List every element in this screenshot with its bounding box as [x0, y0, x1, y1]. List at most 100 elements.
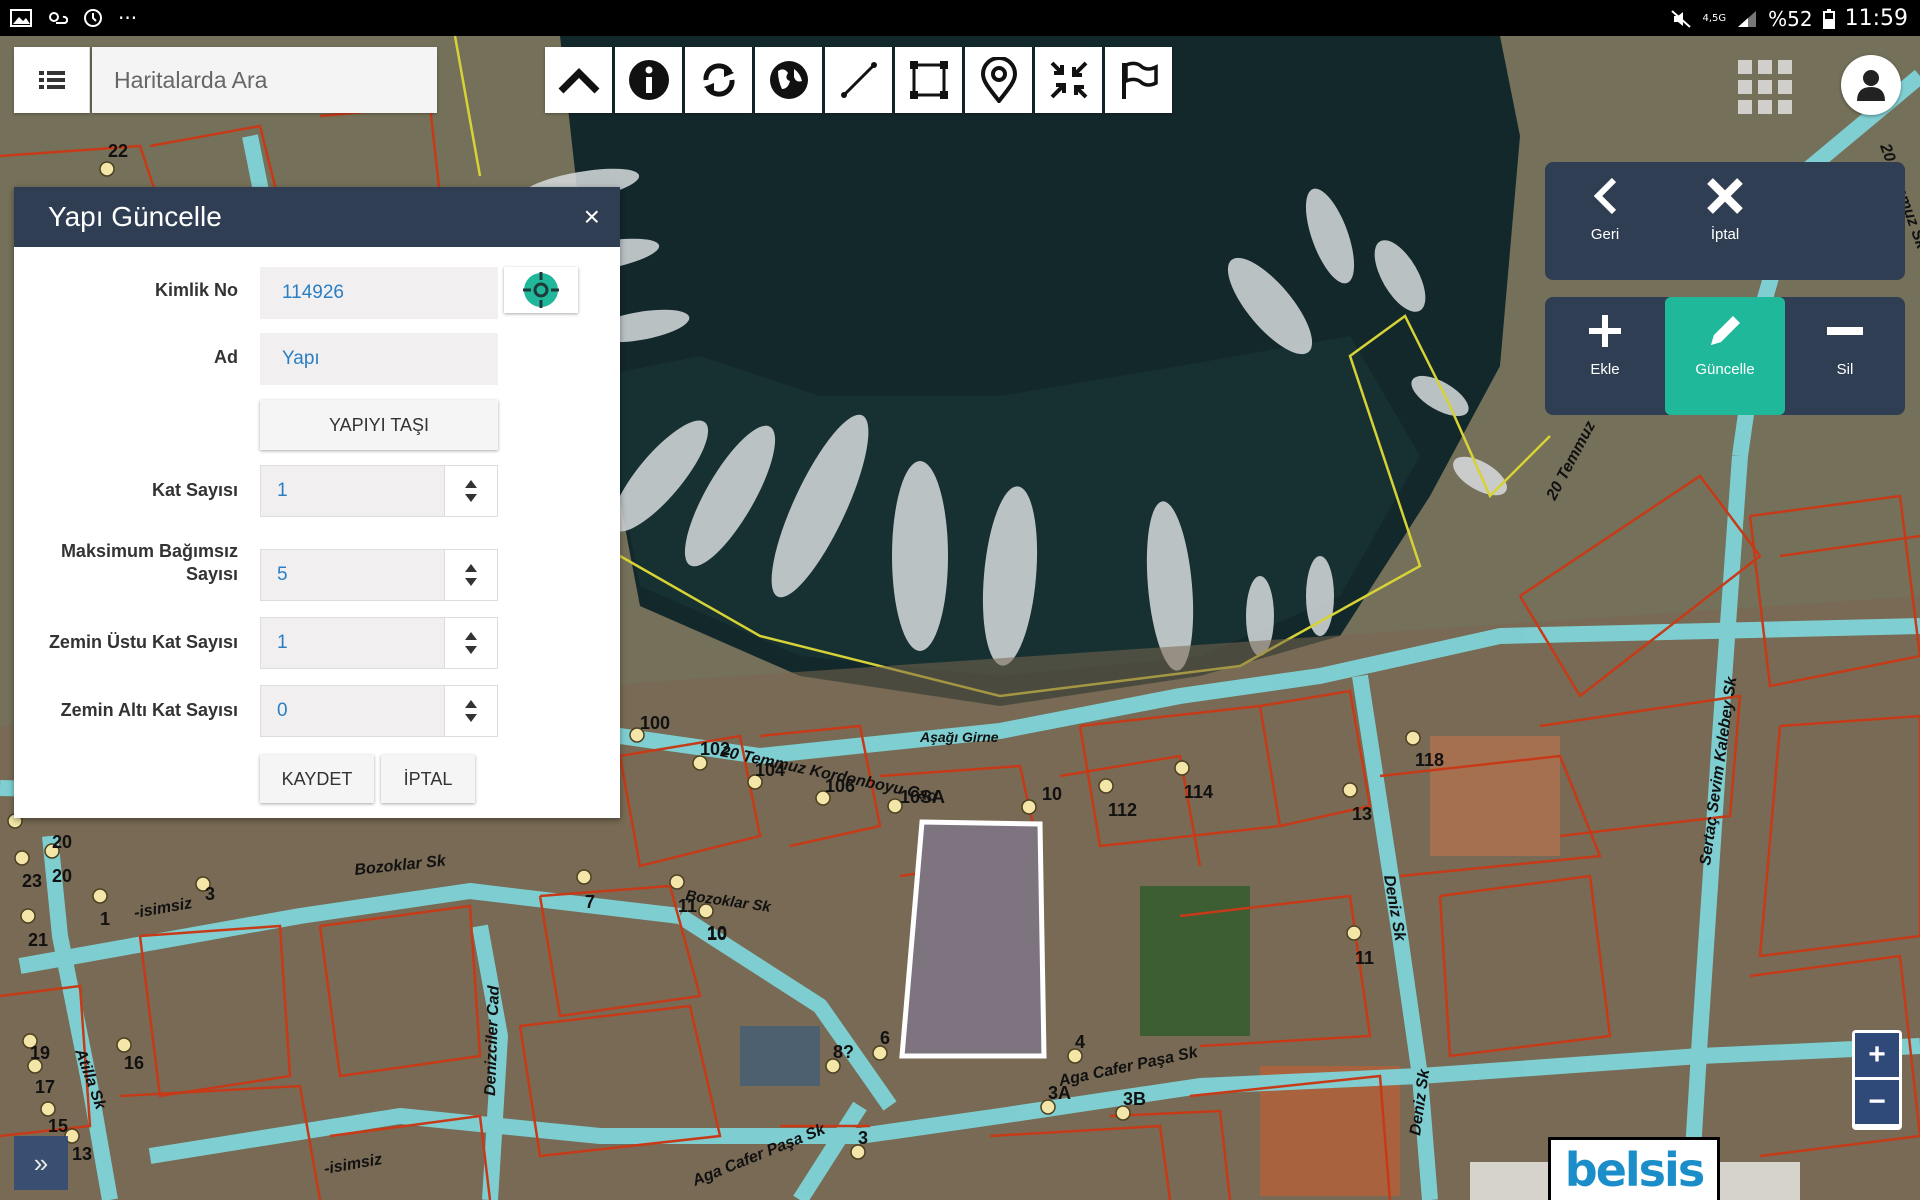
apps-grid-icon[interactable]	[1738, 60, 1792, 114]
network-type: 4,5G	[1702, 13, 1727, 24]
kat-label: Kat Sayısı	[151, 480, 238, 500]
user-icon	[1857, 70, 1885, 101]
back-button[interactable]: Geri	[1545, 162, 1665, 280]
flag-icon	[1121, 61, 1158, 99]
zemin-alti-label: Zemin Altı Kat Sayısı	[60, 700, 238, 720]
parcel-number: 3	[205, 884, 215, 904]
flag-button[interactable]	[1105, 47, 1172, 113]
ad-label: Ad	[214, 347, 238, 367]
add-button[interactable]: Ekle	[1545, 297, 1665, 415]
caret-up-icon[interactable]	[465, 564, 477, 572]
parcel-number: 1	[100, 909, 110, 929]
status-bar: ··· 4,5G %52 11:59	[0, 0, 1920, 36]
parcel-number: 4	[1075, 1032, 1085, 1052]
stepper-arrows[interactable]	[444, 550, 497, 600]
save-button[interactable]: KAYDET	[260, 755, 374, 803]
parcel-number: 10	[707, 924, 727, 944]
street-label: Aşağı Girne	[919, 729, 999, 745]
parcel-number: 13	[1352, 804, 1372, 824]
info-button[interactable]	[615, 47, 682, 113]
zoom-control: + −	[1852, 1030, 1902, 1130]
parcel-number: 20	[52, 866, 72, 886]
parcel-number: 21	[28, 930, 48, 950]
stepper-arrows[interactable]	[444, 466, 497, 516]
locate-feature-button[interactable]	[504, 267, 578, 313]
caret-up-icon[interactable]	[465, 480, 477, 488]
parcel-number: 6	[880, 1028, 890, 1048]
layers-menu-button[interactable]	[14, 47, 90, 113]
chevron-left-icon	[1593, 177, 1617, 215]
dialog-header: Yapı Güncelle ×	[14, 187, 620, 247]
move-building-button[interactable]: YAPIYI TAŞI	[260, 400, 498, 450]
building-update-dialog: Yapı Güncelle × Kimlik No 114926 Ad Yapı…	[14, 187, 620, 818]
measure-button[interactable]	[825, 47, 892, 113]
parcel-number: 16	[124, 1053, 144, 1073]
weather-icon	[49, 12, 68, 24]
back-label: Geri	[1590, 226, 1620, 243]
parcel-number: 15	[48, 1116, 68, 1136]
info-icon	[628, 60, 669, 100]
caret-down-icon[interactable]	[465, 646, 477, 654]
cancel-action-label: İptal	[1710, 226, 1740, 243]
shrink-button[interactable]	[1035, 47, 1102, 113]
globe-button[interactable]	[755, 47, 822, 113]
max-value: 5	[277, 564, 288, 585]
location-button[interactable]	[965, 47, 1032, 113]
battery-percent: %52	[1768, 6, 1813, 31]
plus-icon	[1589, 315, 1621, 347]
measure-line-icon	[840, 62, 877, 98]
select-area-button[interactable]	[895, 47, 962, 113]
caret-down-icon[interactable]	[465, 578, 477, 586]
kimlik-field[interactable]: 114926	[260, 267, 498, 319]
parcel-number: 118	[1415, 750, 1444, 770]
mute-icon	[1671, 9, 1692, 28]
expand-panel-button[interactable]: »	[14, 1136, 68, 1190]
ad-field[interactable]: Yapı	[260, 333, 498, 385]
zoom-out-button[interactable]: −	[1855, 1080, 1899, 1124]
kat-value: 1	[277, 480, 288, 501]
parcel-number: 3B	[1123, 1089, 1146, 1109]
parcel-number: 114	[1184, 782, 1213, 802]
cancel-action-button[interactable]: İptal	[1665, 162, 1785, 280]
gallery-icon	[10, 9, 32, 27]
stepper-arrows[interactable]	[444, 618, 497, 668]
caret-down-icon[interactable]	[465, 714, 477, 722]
refresh-button[interactable]	[685, 47, 752, 113]
parcel-number: 10	[1042, 784, 1062, 804]
pencil-icon	[1711, 316, 1740, 345]
map-toolbar	[545, 47, 1172, 113]
max-stepper[interactable]: 5	[260, 549, 498, 601]
minus-icon	[1827, 327, 1863, 335]
chevron-up-icon	[558, 68, 599, 94]
sync-icon	[84, 9, 102, 27]
navigation-panel: Geri İptal	[1545, 162, 1905, 280]
shrink-icon	[1050, 61, 1087, 99]
delete-label: Sil	[1836, 361, 1854, 378]
delete-button[interactable]: Sil	[1785, 297, 1905, 415]
caret-up-icon[interactable]	[465, 700, 477, 708]
update-button[interactable]: Güncelle	[1665, 297, 1785, 415]
map-search-input[interactable]	[92, 47, 437, 113]
zemin-alti-stepper[interactable]: 0	[260, 685, 498, 737]
collapse-toolbar-button[interactable]	[545, 47, 612, 113]
zoom-in-button[interactable]: +	[1855, 1033, 1899, 1077]
zemin-ustu-stepper[interactable]: 1	[260, 617, 498, 669]
parcel-number: 22	[108, 141, 128, 161]
parcel-number: 112	[1108, 800, 1137, 820]
caret-down-icon[interactable]	[465, 494, 477, 502]
cancel-button[interactable]: İPTAL	[381, 755, 475, 803]
caret-up-icon[interactable]	[465, 632, 477, 640]
stepper-arrows[interactable]	[444, 686, 497, 736]
user-account-button[interactable]	[1841, 55, 1901, 115]
parcel-number: 23	[22, 871, 42, 891]
parcel-number: 13	[72, 1144, 92, 1164]
dialog-close-button[interactable]: ×	[584, 201, 600, 233]
location-pin-icon	[980, 57, 1017, 103]
dialog-title: Yapı Güncelle	[48, 201, 222, 232]
list-icon	[38, 71, 65, 89]
max-label-line2: Sayısı	[185, 564, 238, 584]
kat-stepper[interactable]: 1	[260, 465, 498, 517]
crosshair-icon	[523, 272, 559, 308]
add-label: Ekle	[1590, 361, 1620, 378]
zemin-ustu-value: 1	[277, 632, 288, 653]
